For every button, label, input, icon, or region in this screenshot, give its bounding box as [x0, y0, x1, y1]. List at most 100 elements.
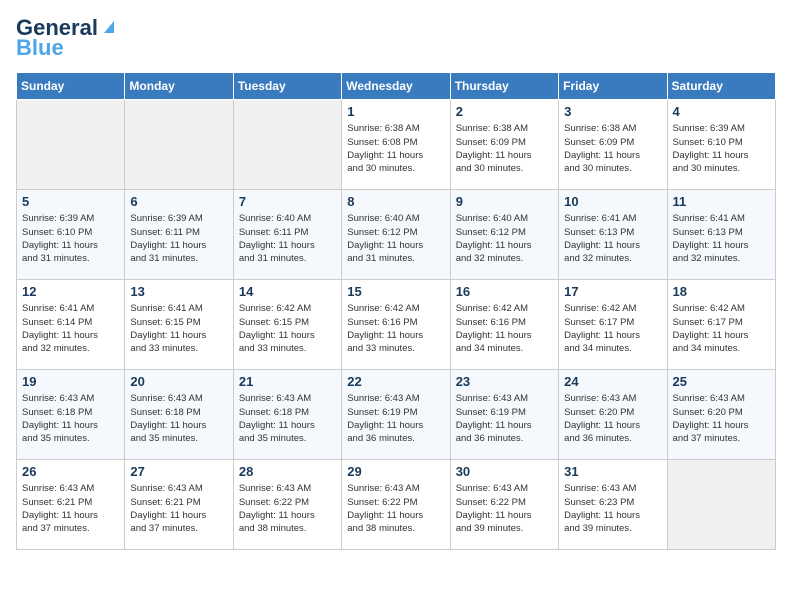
calendar-cell: 9 Sunrise: 6:40 AM Sunset: 6:12 PM Daylig…	[450, 190, 558, 280]
calendar-cell: 13 Sunrise: 6:41 AM Sunset: 6:15 PM Dayli…	[125, 280, 233, 370]
calendar-cell: 10 Sunrise: 6:41 AM Sunset: 6:13 PM Dayli…	[559, 190, 667, 280]
calendar-cell: 1 Sunrise: 6:38 AM Sunset: 6:08 PM Daylig…	[342, 100, 450, 190]
day-info: Sunrise: 6:43 AM Sunset: 6:19 PM Dayligh…	[347, 392, 444, 445]
day-info: Sunrise: 6:43 AM Sunset: 6:20 PM Dayligh…	[673, 392, 770, 445]
calendar-cell	[233, 100, 341, 190]
day-info: Sunrise: 6:43 AM Sunset: 6:21 PM Dayligh…	[130, 482, 227, 535]
day-info: Sunrise: 6:42 AM Sunset: 6:17 PM Dayligh…	[564, 302, 661, 355]
calendar-cell: 15Sunrise: 6:42 AM Sunset: 6:16 PM Dayli…	[342, 280, 450, 370]
calendar-cell	[667, 460, 775, 550]
day-info: Sunrise: 6:40 AM Sunset: 6:12 PM Dayligh…	[347, 212, 444, 265]
calendar-cell: 31 Sunrise: 6:43 AM Sunset: 6:23 PM Dayli…	[559, 460, 667, 550]
calendar-cell: 30Sunrise: 6:43 AM Sunset: 6:22 PM Dayli…	[450, 460, 558, 550]
calendar-cell: 12 Sunrise: 6:41 AM Sunset: 6:14 PM Dayli…	[17, 280, 125, 370]
calendar-cell	[17, 100, 125, 190]
calendar-cell: 6Sunrise: 6:39 AM Sunset: 6:11 PM Daylig…	[125, 190, 233, 280]
calendar-cell	[125, 100, 233, 190]
logo-text-blue: Blue	[16, 36, 64, 60]
week-row-4: 19 Sunrise: 6:43 AM Sunset: 6:18 PM Dayli…	[17, 370, 776, 460]
day-number: 7	[239, 194, 336, 209]
day-number: 11	[673, 194, 770, 209]
day-info: Sunrise: 6:43 AM Sunset: 6:18 PM Dayligh…	[239, 392, 336, 445]
day-info: Sunrise: 6:42 AM Sunset: 6:16 PM Dayligh…	[456, 302, 553, 355]
calendar-header: SundayMondayTuesdayWednesdayThursdayFrid…	[17, 73, 776, 100]
logo: General Blue	[16, 16, 118, 60]
day-number: 10	[564, 194, 661, 209]
logo-icon	[100, 17, 118, 35]
day-number: 14	[239, 284, 336, 299]
day-number: 23	[456, 374, 553, 389]
day-header-friday: Friday	[559, 73, 667, 100]
day-number: 16	[456, 284, 553, 299]
day-number: 5	[22, 194, 119, 209]
day-number: 24	[564, 374, 661, 389]
day-number: 12	[22, 284, 119, 299]
day-info: Sunrise: 6:41 AM Sunset: 6:15 PM Dayligh…	[130, 302, 227, 355]
day-info: Sunrise: 6:40 AM Sunset: 6:11 PM Dayligh…	[239, 212, 336, 265]
days-of-week-row: SundayMondayTuesdayWednesdayThursdayFrid…	[17, 73, 776, 100]
day-number: 4	[673, 104, 770, 119]
day-header-thursday: Thursday	[450, 73, 558, 100]
calendar-body: 1 Sunrise: 6:38 AM Sunset: 6:08 PM Daylig…	[17, 100, 776, 550]
calendar-cell: 24 Sunrise: 6:43 AM Sunset: 6:20 PM Dayli…	[559, 370, 667, 460]
day-header-tuesday: Tuesday	[233, 73, 341, 100]
day-header-saturday: Saturday	[667, 73, 775, 100]
day-info: Sunrise: 6:39 AM Sunset: 6:11 PM Dayligh…	[130, 212, 227, 265]
calendar-cell: 25 Sunrise: 6:43 AM Sunset: 6:20 PM Dayli…	[667, 370, 775, 460]
day-number: 13	[130, 284, 227, 299]
day-number: 2	[456, 104, 553, 119]
week-row-2: 5Sunrise: 6:39 AM Sunset: 6:10 PM Daylig…	[17, 190, 776, 280]
calendar-cell: 7 Sunrise: 6:40 AM Sunset: 6:11 PM Daylig…	[233, 190, 341, 280]
day-info: Sunrise: 6:42 AM Sunset: 6:17 PM Dayligh…	[673, 302, 770, 355]
calendar-cell: 28 Sunrise: 6:43 AM Sunset: 6:22 PM Dayli…	[233, 460, 341, 550]
day-header-sunday: Sunday	[17, 73, 125, 100]
day-number: 27	[130, 464, 227, 479]
calendar-cell: 11 Sunrise: 6:41 AM Sunset: 6:13 PM Dayli…	[667, 190, 775, 280]
day-number: 3	[564, 104, 661, 119]
day-number: 28	[239, 464, 336, 479]
calendar-cell: 4 Sunrise: 6:39 AM Sunset: 6:10 PM Daylig…	[667, 100, 775, 190]
calendar-cell: 14Sunrise: 6:42 AM Sunset: 6:15 PM Dayli…	[233, 280, 341, 370]
calendar-cell: 17Sunrise: 6:42 AM Sunset: 6:17 PM Dayli…	[559, 280, 667, 370]
week-row-5: 26 Sunrise: 6:43 AM Sunset: 6:21 PM Dayli…	[17, 460, 776, 550]
calendar-cell: 29Sunrise: 6:43 AM Sunset: 6:22 PM Dayli…	[342, 460, 450, 550]
week-row-3: 12 Sunrise: 6:41 AM Sunset: 6:14 PM Dayli…	[17, 280, 776, 370]
day-number: 20	[130, 374, 227, 389]
day-number: 19	[22, 374, 119, 389]
day-number: 26	[22, 464, 119, 479]
day-info: Sunrise: 6:41 AM Sunset: 6:14 PM Dayligh…	[22, 302, 119, 355]
day-number: 21	[239, 374, 336, 389]
day-number: 15	[347, 284, 444, 299]
day-info: Sunrise: 6:43 AM Sunset: 6:22 PM Dayligh…	[239, 482, 336, 535]
day-info: Sunrise: 6:38 AM Sunset: 6:09 PM Dayligh…	[456, 122, 553, 175]
day-info: Sunrise: 6:40 AM Sunset: 6:12 PM Dayligh…	[456, 212, 553, 265]
day-info: Sunrise: 6:38 AM Sunset: 6:08 PM Dayligh…	[347, 122, 444, 175]
day-header-monday: Monday	[125, 73, 233, 100]
week-row-1: 1 Sunrise: 6:38 AM Sunset: 6:08 PM Daylig…	[17, 100, 776, 190]
day-info: Sunrise: 6:41 AM Sunset: 6:13 PM Dayligh…	[673, 212, 770, 265]
calendar-cell: 16 Sunrise: 6:42 AM Sunset: 6:16 PM Dayli…	[450, 280, 558, 370]
calendar-cell: 5Sunrise: 6:39 AM Sunset: 6:10 PM Daylig…	[17, 190, 125, 280]
day-info: Sunrise: 6:43 AM Sunset: 6:20 PM Dayligh…	[564, 392, 661, 445]
day-number: 25	[673, 374, 770, 389]
day-info: Sunrise: 6:41 AM Sunset: 6:13 PM Dayligh…	[564, 212, 661, 265]
day-info: Sunrise: 6:39 AM Sunset: 6:10 PM Dayligh…	[673, 122, 770, 175]
day-info: Sunrise: 6:43 AM Sunset: 6:23 PM Dayligh…	[564, 482, 661, 535]
day-number: 18	[673, 284, 770, 299]
day-info: Sunrise: 6:38 AM Sunset: 6:09 PM Dayligh…	[564, 122, 661, 175]
calendar-cell: 20Sunrise: 6:43 AM Sunset: 6:18 PM Dayli…	[125, 370, 233, 460]
day-number: 1	[347, 104, 444, 119]
day-info: Sunrise: 6:43 AM Sunset: 6:18 PM Dayligh…	[22, 392, 119, 445]
day-number: 31	[564, 464, 661, 479]
day-info: Sunrise: 6:43 AM Sunset: 6:22 PM Dayligh…	[456, 482, 553, 535]
calendar-cell: 23 Sunrise: 6:43 AM Sunset: 6:19 PM Dayli…	[450, 370, 558, 460]
calendar-cell: 26Sunrise: 6:43 AM Sunset: 6:21 PM Dayli…	[17, 460, 125, 550]
day-number: 22	[347, 374, 444, 389]
day-number: 9	[456, 194, 553, 209]
day-number: 8	[347, 194, 444, 209]
day-info: Sunrise: 6:43 AM Sunset: 6:19 PM Dayligh…	[456, 392, 553, 445]
calendar-cell: 18 Sunrise: 6:42 AM Sunset: 6:17 PM Dayli…	[667, 280, 775, 370]
calendar-table: SundayMondayTuesdayWednesdayThursdayFrid…	[16, 72, 776, 550]
day-header-wednesday: Wednesday	[342, 73, 450, 100]
calendar-cell: 2 Sunrise: 6:38 AM Sunset: 6:09 PM Daylig…	[450, 100, 558, 190]
